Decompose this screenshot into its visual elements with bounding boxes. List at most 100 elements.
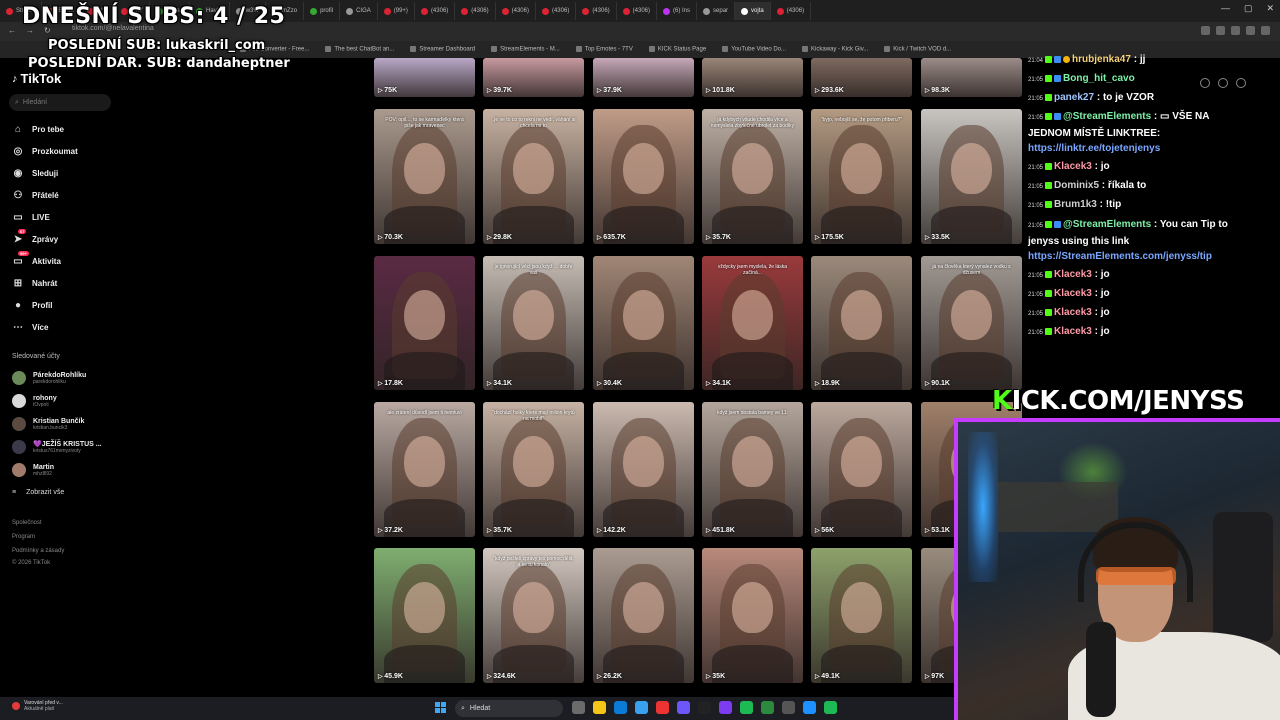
taskbar-app-icon[interactable]	[572, 701, 585, 714]
chat-username[interactable]: Klacek3	[1054, 161, 1092, 172]
sidebar-item-prozkoumat[interactable]: ◎ Prozkoumat	[12, 145, 78, 157]
video-thumbnail[interactable]: já kdybych všude chodila více a nemyslel…	[702, 109, 803, 244]
taskbar-app-icon[interactable]	[635, 701, 648, 714]
footer-link[interactable]: Podmínky a zásady	[12, 548, 64, 554]
close-icon[interactable]: ✕	[1266, 3, 1274, 14]
browser-tab[interactable]: separ	[697, 2, 736, 20]
chat-username[interactable]: @StreamElements	[1063, 219, 1151, 230]
video-thumbnail[interactable]: 45.9K	[374, 548, 475, 683]
taskbar-app-icon[interactable]	[740, 701, 753, 714]
taskbar-app-icon[interactable]	[719, 701, 732, 714]
video-thumbnail[interactable]: 33.5K	[921, 109, 1022, 244]
bookmark-item[interactable]: StreamElements - M...	[491, 46, 560, 53]
video-thumbnail[interactable]: 17.8K	[374, 256, 475, 390]
browser-tab[interactable]: (4306)	[576, 2, 617, 20]
video-thumbnail[interactable]: 101.8K	[702, 58, 803, 97]
chat-username[interactable]: Klacek3	[1054, 307, 1092, 318]
start-icon[interactable]	[435, 702, 446, 713]
chat-username[interactable]: Klacek3	[1054, 288, 1092, 299]
video-thumbnail[interactable]: 35K	[702, 548, 803, 683]
browser-tab[interactable]: CIGA	[340, 2, 378, 20]
bookmark-item[interactable]: Top Emotes - 7TV	[576, 46, 633, 53]
chat-username[interactable]: @StreamElements	[1063, 111, 1151, 122]
sidebar-item-aktivita[interactable]: ▭ 99+ Aktivita	[12, 251, 61, 267]
taskbar-app-icon[interactable]	[656, 701, 669, 714]
followed-account[interactable]: rohony tOvpoli	[12, 394, 57, 408]
video-thumbnail[interactable]: "když pošleš zprávy tex pomoc dělit, já …	[483, 548, 584, 683]
back-icon[interactable]: ←	[8, 26, 16, 35]
chat-username[interactable]: Klacek3	[1054, 326, 1092, 337]
chat-link[interactable]: https://linktr.ee/tojetenjenys	[1028, 143, 1160, 154]
chat-link[interactable]: https://StreamElements.com/jenyss/tip	[1028, 251, 1212, 262]
bookmark-item[interactable]: Kickaway - Kick Giv...	[802, 46, 868, 53]
video-thumbnail[interactable]: 49.1K	[811, 548, 912, 683]
browser-tab[interactable]: (6) Ins	[657, 2, 698, 20]
extension-icon[interactable]	[1216, 26, 1225, 35]
video-thumbnail[interactable]: 37.9K	[593, 58, 694, 97]
video-thumbnail[interactable]: vždycky jsem myslela, že láska začíná...…	[702, 256, 803, 390]
maximize-icon[interactable]: ▢	[1244, 3, 1253, 14]
bookmark-item[interactable]: YouTube Video Do...	[722, 46, 786, 53]
taskbar-app-icon[interactable]	[677, 701, 690, 714]
video-thumbnail[interactable]: ..je ve to co to rekni ne vedí, váhání s…	[483, 109, 584, 244]
show-all-button[interactable]: ≡ Zobrazit vše	[12, 489, 64, 496]
followed-account[interactable]: 💜JEŽÍŠ KRISTUS ... kristus761menyzivoty	[12, 440, 102, 454]
bookmark-item[interactable]: Kick / Twitch VOD d...	[884, 46, 951, 53]
video-thumbnail[interactable]: 18.9K	[811, 256, 912, 390]
sidebar-item-přátelé[interactable]: ⚇ Přátelé	[12, 189, 59, 201]
footer-link[interactable]: Společnost	[12, 520, 42, 526]
chat-username[interactable]: Klacek3	[1054, 269, 1092, 280]
taskbar-app-icon[interactable]	[614, 701, 627, 714]
video-thumbnail[interactable]: ale zrátení důvodí jsem ti nemluvi 37.2K	[374, 402, 475, 537]
browser-tab[interactable]: (4306)	[455, 2, 496, 20]
chat-username[interactable]: hrubjenka47	[1072, 54, 1131, 65]
video-thumbnail[interactable]: 26.2K	[593, 548, 694, 683]
bookmark-item[interactable]: KICK Status Page	[649, 46, 706, 53]
browser-tab[interactable]: vojta	[735, 2, 771, 20]
chat-username[interactable]: Dominix5	[1054, 180, 1099, 191]
video-thumbnail[interactable]: 75K	[374, 58, 475, 97]
tiktok-logo[interactable]: ♪ TikTok	[12, 71, 61, 86]
sidebar-item-nahrát[interactable]: ⊞ Nahrát	[12, 277, 58, 289]
video-thumbnail[interactable]: "dochází holky které mají milion krytů n…	[483, 402, 584, 537]
video-thumbnail[interactable]: POV: opil..., to se karmaďelky která piš…	[374, 109, 475, 244]
followed-account[interactable]: Martin mhz8l92	[12, 463, 54, 477]
video-thumbnail[interactable]: 635.7K	[593, 109, 694, 244]
sidebar-item-profil[interactable]: ● Profil	[12, 299, 52, 311]
profile-icon[interactable]	[1261, 26, 1270, 35]
taskbar-app-icon[interactable]	[593, 701, 606, 714]
video-thumbnail[interactable]: je ignorující věci jsou když ... dobře v…	[483, 256, 584, 390]
video-thumbnail[interactable]: 39.7K	[483, 58, 584, 97]
bookmark-item[interactable]: The best ChatBot an...	[325, 46, 394, 53]
browser-tab[interactable]: (4306)	[496, 2, 536, 20]
chat-username[interactable]: panek27	[1054, 92, 1094, 103]
browser-tab[interactable]: profil	[304, 2, 341, 20]
browser-tab[interactable]: (99+)	[378, 2, 415, 20]
video-thumbnail[interactable]: 30.4K	[593, 256, 694, 390]
extension-icon[interactable]	[1231, 26, 1240, 35]
followed-account[interactable]: Kristian Bunčík kristian.buncik3	[12, 417, 84, 431]
taskbar-app-icon[interactable]	[824, 701, 837, 714]
video-thumbnail[interactable]: když jsem dostala bamey ve 11: 451.8K	[702, 402, 803, 537]
sidebar-item-live[interactable]: ▭ LIVE	[12, 211, 50, 223]
followed-account[interactable]: PárekdoRohlíku parekdorohliku	[12, 371, 86, 385]
video-thumbnail[interactable]: 56K	[811, 402, 912, 537]
minimize-icon[interactable]: —	[1221, 3, 1230, 14]
chat-username[interactable]: Bong_hit_cavo	[1063, 73, 1135, 84]
video-thumbnail[interactable]: já na člověka který vynalez vodku s džus…	[921, 256, 1022, 390]
extension-icon[interactable]	[1201, 26, 1210, 35]
chat-username[interactable]: Brum1k3	[1054, 199, 1097, 210]
taskbar-app-icon[interactable]	[803, 701, 816, 714]
footer-link[interactable]: Program	[12, 534, 35, 540]
browser-tab[interactable]: (4306)	[771, 2, 812, 20]
taskbar-app-icon[interactable]	[698, 701, 711, 714]
taskbar-search[interactable]: ⌕ Hledat	[455, 700, 563, 717]
sidebar-item-více[interactable]: ⋯ Více	[12, 321, 48, 333]
browser-tab[interactable]: (4306)	[617, 2, 657, 20]
video-thumbnail[interactable]: 98.3K	[921, 58, 1022, 97]
video-thumbnail[interactable]: 293.6K	[811, 58, 912, 97]
bookmark-item[interactable]: Streamer Dashboard	[410, 46, 475, 53]
browser-tab[interactable]: (4306)	[536, 2, 577, 20]
sidebar-item-pro-tebe[interactable]: ⌂ Pro tebe	[12, 123, 64, 135]
video-thumbnail[interactable]: 142.2K	[593, 402, 694, 537]
